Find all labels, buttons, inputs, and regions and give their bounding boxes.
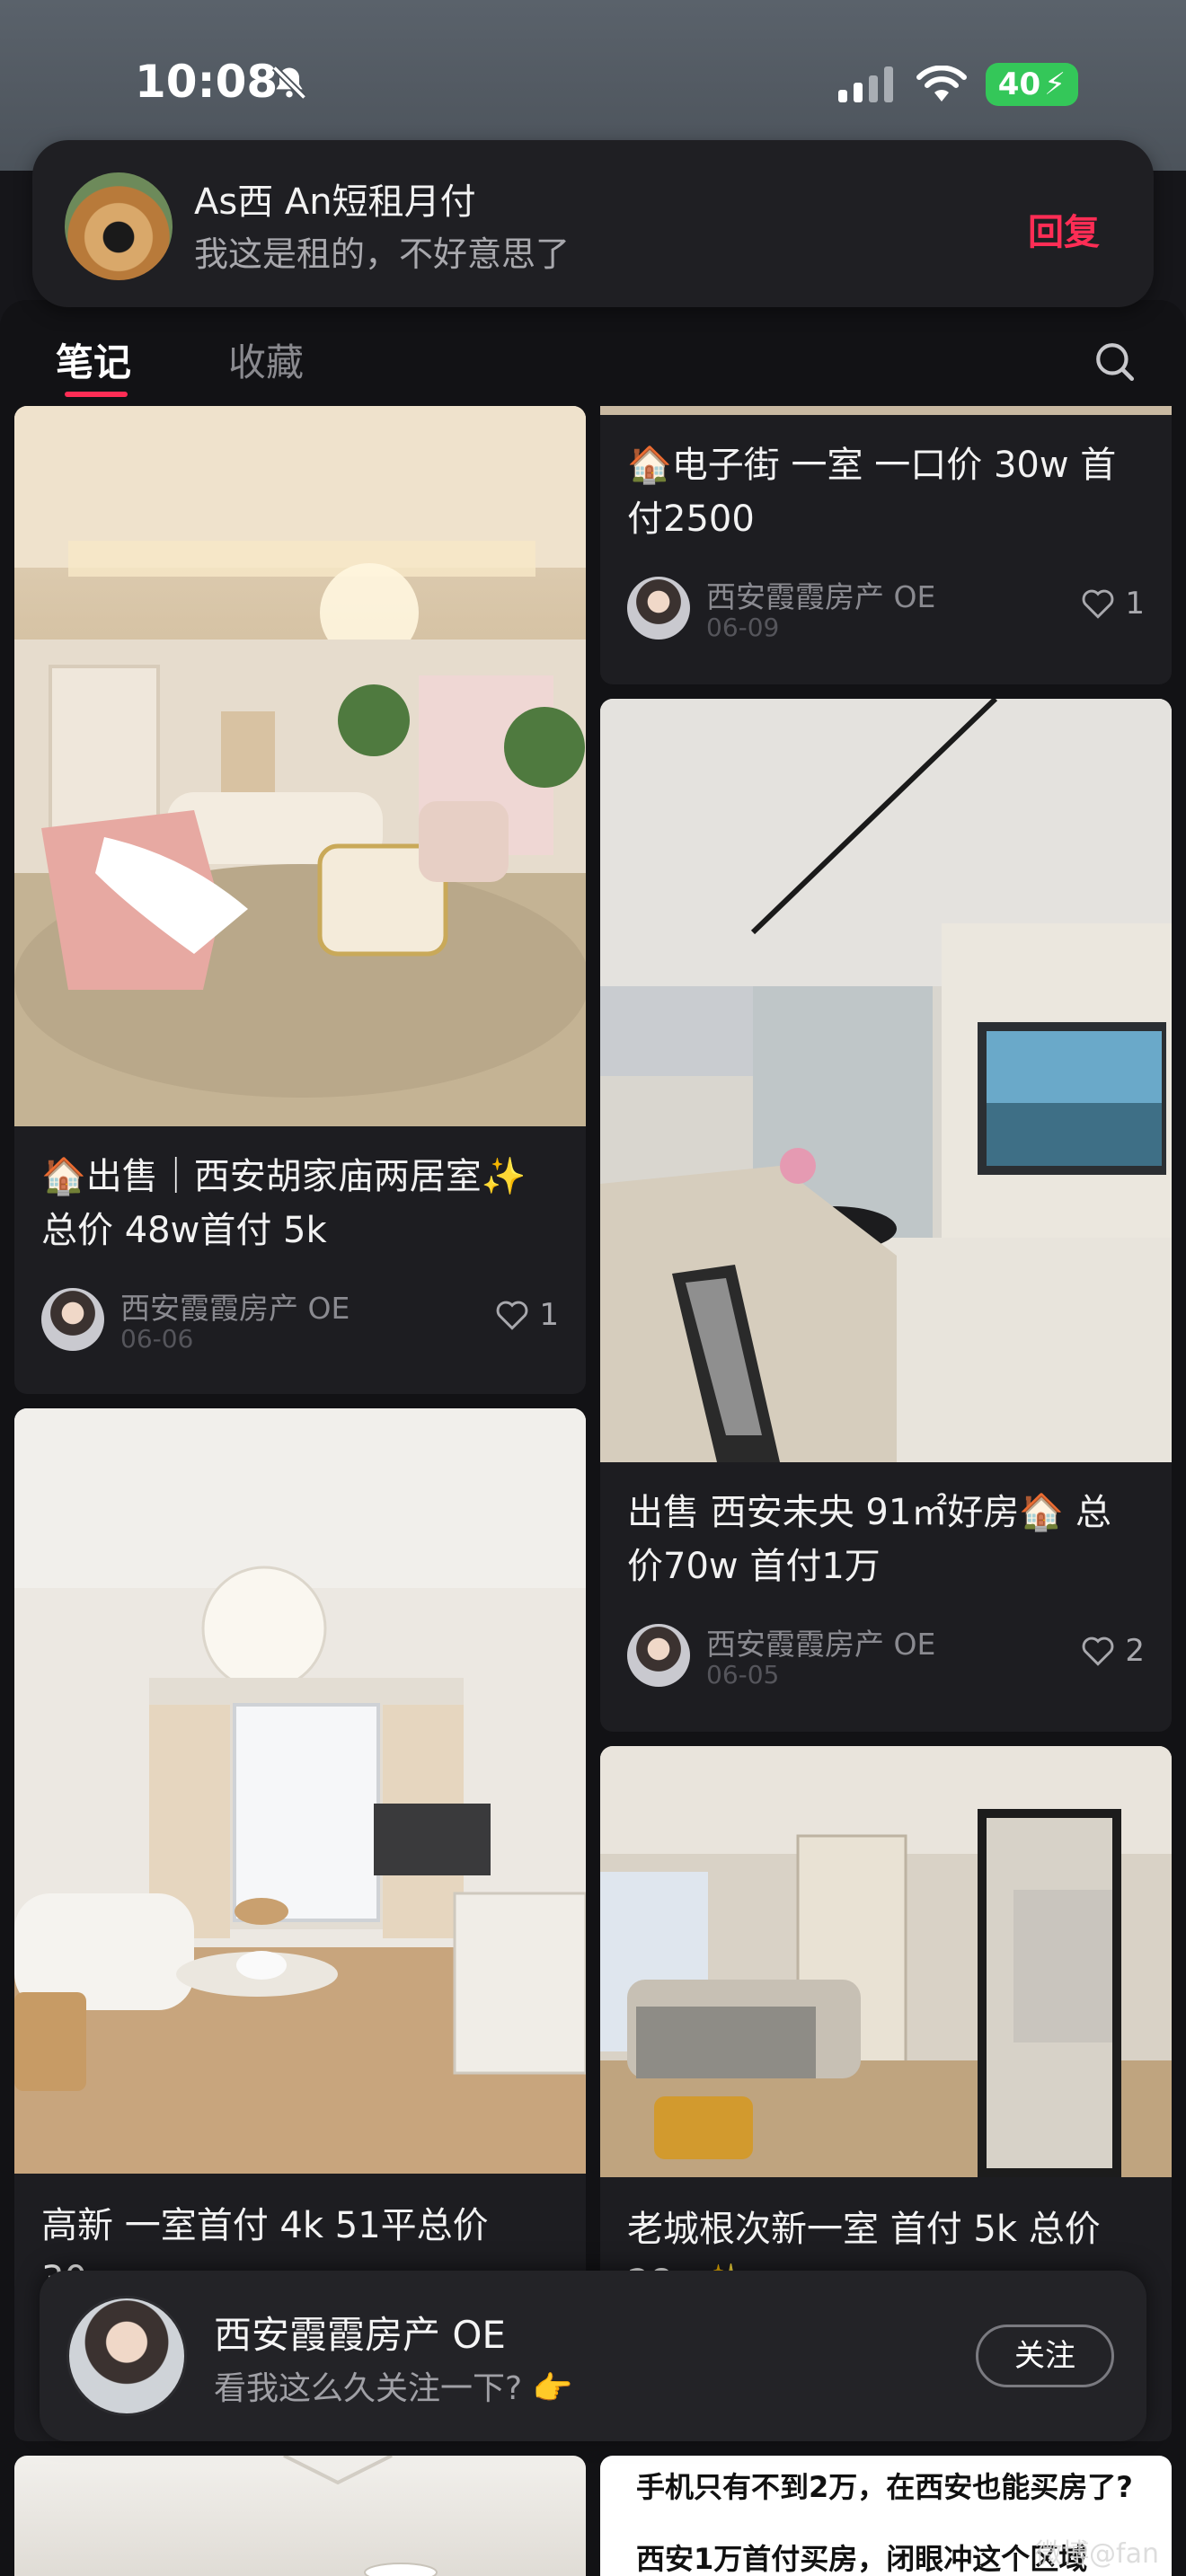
card-title: 出售 西安未央 91㎡好房🏠 总价70w 首付1万 <box>627 1492 1111 1587</box>
avatar[interactable] <box>41 1288 104 1351</box>
avatar[interactable] <box>66 2296 187 2416</box>
tab-bar: 笔记 收藏 <box>0 300 1186 404</box>
follow-banner: 西安霞霞房产 OE 看我这么久关注一下? 👉 关注 <box>40 2271 1146 2441</box>
author-name[interactable]: 西安霞霞房产 OE <box>706 573 935 616</box>
photo-illustration <box>14 1408 586 2174</box>
notification-sender: As西 An短租月付 <box>194 181 476 223</box>
battery-level: 40 <box>997 66 1041 102</box>
cover-subheadline: 西安1万首付买房，闭眼冲这个区域 <box>636 2542 1088 2576</box>
author-name[interactable]: 西安霞霞房产 OE <box>706 1620 935 1663</box>
like-button[interactable]: 2 <box>1080 1633 1145 1669</box>
post-date: 06-09 <box>706 613 780 642</box>
author-name[interactable]: 西安霞霞房产 OE <box>120 1284 350 1328</box>
like-count: 1 <box>1125 586 1145 622</box>
avatar[interactable] <box>627 1624 690 1687</box>
living-room-tv-photo <box>600 699 1172 1462</box>
bell-slash-icon <box>271 65 307 101</box>
wifi-icon <box>916 66 967 101</box>
heart-icon <box>496 1301 528 1330</box>
like-count: 1 <box>539 1297 559 1333</box>
battery-charging-icon: 40 ⚡ <box>985 63 1078 106</box>
studio-room-photo <box>14 1408 586 2174</box>
photo-illustration <box>14 406 586 1126</box>
reply-button[interactable]: 回复 <box>1028 203 1100 255</box>
room-photo <box>600 406 1172 415</box>
watermark: 微博@fan <box>1035 2538 1159 2570</box>
like-count: 2 <box>1125 1633 1145 1669</box>
like-button[interactable]: 1 <box>494 1297 559 1333</box>
avatar[interactable] <box>627 577 690 640</box>
note-card[interactable]: 🏠电子街 一室 一口价 30w 首付2500 西安霞霞房产 OE 06-09 1 <box>600 406 1172 684</box>
photo-illustration <box>600 1746 1172 2177</box>
note-card[interactable]: 🏠出售｜西安胡家庙两居室✨总价 48w首付 5k 西安霞霞房产 OE 06-06… <box>14 406 586 1394</box>
message-notification[interactable]: As西 An短租月付 我这是租的，不好意思了 回复 <box>32 140 1154 307</box>
post-date: 06-05 <box>706 1660 780 1689</box>
avatar <box>65 172 173 280</box>
author-row: 西安霞霞房产 OE 06-09 1 <box>627 573 1145 645</box>
follow-message: 看我这么久关注一下? 👉 <box>214 2370 573 2407</box>
post-date: 06-06 <box>120 1324 194 1354</box>
follow-button[interactable]: 关注 <box>976 2325 1114 2387</box>
author-row: 西安霞霞房产 OE 06-05 2 <box>627 1620 1145 1692</box>
tab-active-indicator <box>65 392 128 397</box>
tab-favorites[interactable]: 收藏 <box>228 332 304 387</box>
note-card[interactable]: 出售 西安未央 91㎡好房🏠 总价70w 首付1万 西安霞霞房产 OE 06-0… <box>600 699 1172 1732</box>
like-button[interactable]: 1 <box>1080 586 1145 622</box>
bedroom-photo <box>600 1746 1172 2177</box>
cover-headline: 手机只有不到2万，在西安也能买房了? <box>636 2470 1133 2504</box>
photo-illustration <box>600 699 1172 1462</box>
card-title: 🏠出售｜西安胡家庙两居室✨总价 48w首付 5k <box>41 1156 527 1251</box>
bolt-icon: ⚡ <box>1044 66 1066 102</box>
status-time: 10:08 <box>135 56 279 108</box>
heart-icon <box>1082 1636 1114 1666</box>
heart-icon <box>1082 589 1114 619</box>
photo-illustration <box>283 2456 438 2576</box>
note-card[interactable] <box>14 2456 586 2576</box>
author-row: 西安霞霞房产 OE 06-06 1 <box>41 1284 559 1356</box>
signal-icon <box>837 66 893 102</box>
room-photo <box>14 2456 586 2576</box>
tab-notes[interactable]: 笔记 <box>56 332 131 387</box>
search-icon[interactable] <box>1093 340 1137 384</box>
living-room-photo <box>14 406 586 1126</box>
follow-author-name: 西安霞霞房产 OE <box>214 2313 506 2357</box>
notification-message: 我这是租的，不好意思了 <box>194 234 571 274</box>
card-title: 🏠电子街 一室 一口价 30w 首付2500 <box>627 445 1117 540</box>
